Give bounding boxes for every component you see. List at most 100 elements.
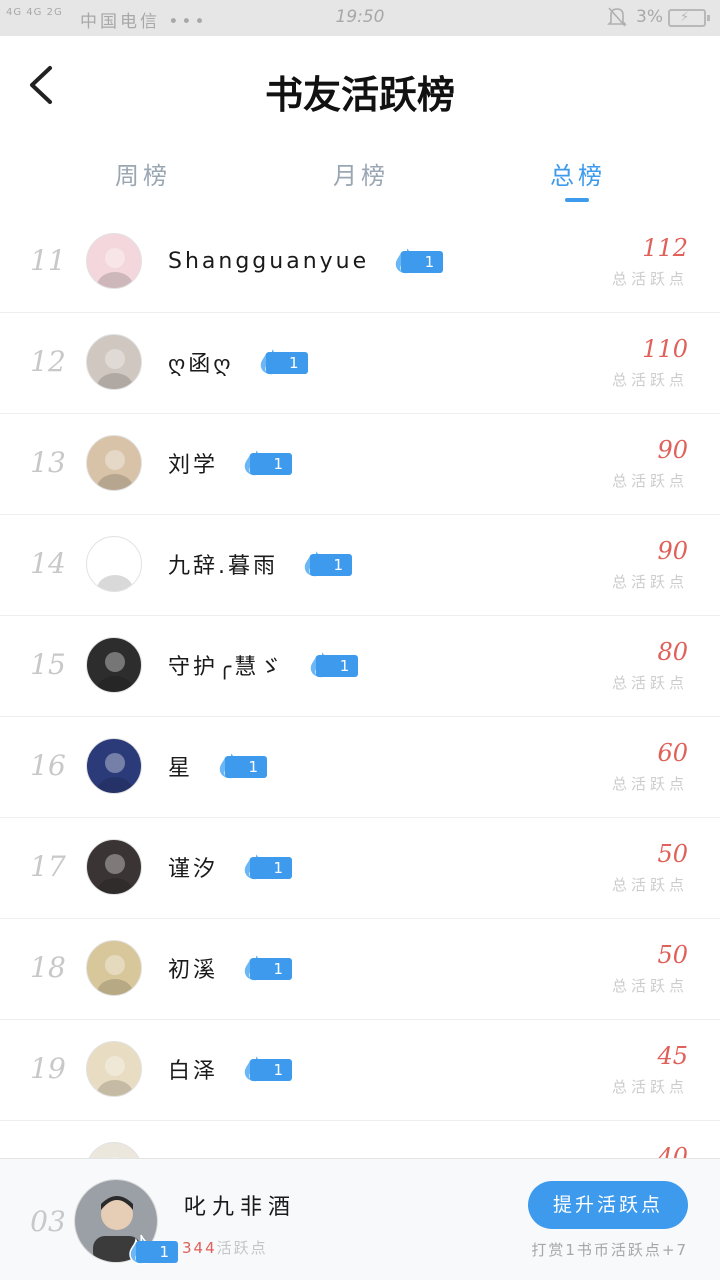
my-points-label: 活跃点 — [216, 1239, 268, 1257]
boost-hint: 打赏1书币活跃点+7 — [531, 1241, 688, 1259]
list-item[interactable]: 19 白泽 1 45 总活跃点 — [0, 1020, 720, 1121]
list-item[interactable]: 15 守护╭慧ゞ 1 80 总活跃点 — [0, 616, 720, 717]
user-name-group: 守护╭慧ゞ 1 — [168, 648, 359, 680]
user-name-group: 星1 — [168, 749, 268, 781]
my-points-value: 344 — [182, 1239, 217, 1257]
list-item[interactable]: 13 刘学 1 90 总活跃点 — [0, 414, 720, 515]
user-name: 白泽 — [168, 1059, 219, 1084]
total-score: 90 — [657, 436, 688, 464]
list-item[interactable]: 11 Shangguanyue 1 112 总活跃点 — [0, 212, 720, 313]
user-name-group: Shangguanyue 1 — [168, 244, 444, 276]
list-item[interactable]: 2040总活跃点 — [0, 1121, 720, 1158]
user-name: 刘学 — [168, 453, 219, 478]
total-score: 50 — [657, 840, 688, 868]
avatar[interactable] — [86, 435, 142, 491]
level-number: 1 — [310, 554, 352, 576]
total-score: 112 — [642, 234, 688, 262]
list-item[interactable]: 16 星 1 60 总活跃点 — [0, 717, 720, 818]
score-label: 总活跃点 — [611, 1078, 688, 1096]
score-label: 总活跃点 — [611, 270, 688, 288]
user-name: Shangguanyue — [168, 248, 370, 274]
ranking-tabs: 周榜 月榜 总榜 — [0, 136, 720, 212]
score-label: 总活跃点 — [611, 674, 688, 692]
status-bar: 4G 4G 2G 中国电信 ••• 19:50 3% ⚡ — [0, 0, 720, 36]
rank-number: 11 — [30, 244, 66, 277]
level-badge: 1 — [300, 547, 352, 578]
score-label: 总活跃点 — [611, 573, 688, 591]
rank-number: 18 — [30, 951, 66, 984]
tab-weekly[interactable]: 周榜 — [63, 156, 223, 191]
my-rank-bar: 03 1 叱九非酒 344活跃点 提升活跃点 打赏1书币活跃点+7 — [0, 1158, 720, 1280]
user-name-group: 谨汐 1 — [168, 850, 293, 882]
level-number: 1 — [265, 352, 308, 374]
list-item[interactable]: 14 九辞.暮雨 1 90 总活跃点 — [0, 515, 720, 616]
level-number: 1 — [250, 857, 293, 879]
level-number: 1 — [401, 251, 444, 273]
score-label: 总活跃点 — [611, 876, 688, 894]
score-label: 总活跃点 — [611, 472, 688, 490]
user-name: 星 — [168, 756, 194, 781]
total-score: 50 — [657, 941, 688, 969]
avatar[interactable] — [86, 334, 142, 390]
user-name: 守护╭慧ゞ — [168, 655, 285, 680]
total-score: 60 — [657, 739, 688, 767]
rank-number: 13 — [30, 446, 66, 479]
level-badge: 1 — [391, 244, 444, 275]
user-name-group: ღ函ღ 1 — [168, 345, 308, 377]
battery-icon: ⚡ — [668, 9, 710, 27]
score-label: 总活跃点 — [611, 977, 688, 995]
total-score: 80 — [657, 638, 688, 666]
leaderboard-list[interactable]: 11 Shangguanyue 1 112 总活跃点 12 ღ函ღ 1 110 总活跃点 13 刘学 1… — [0, 212, 720, 1158]
level-badge: 1 — [306, 648, 359, 679]
bell-muted-icon — [607, 7, 627, 27]
list-item[interactable]: 12 ღ函ღ 1 110 总活跃点 — [0, 313, 720, 414]
avatar[interactable] — [86, 738, 142, 794]
level-badge: 1 — [256, 345, 308, 376]
total-score: 90 — [657, 537, 688, 565]
rank-number: 15 — [30, 648, 66, 681]
my-username: 叱九非酒 — [184, 1195, 297, 1220]
level-number: 1 — [250, 453, 293, 475]
level-number: 1 — [250, 958, 293, 980]
rank-number: 16 — [30, 749, 66, 782]
level-badge: 1 — [240, 446, 293, 477]
avatar[interactable] — [86, 940, 142, 996]
avatar[interactable] — [86, 1142, 142, 1158]
list-item[interactable]: 18 初溪 1 50 总活跃点 — [0, 919, 720, 1020]
user-name-group: 白泽 1 — [168, 1052, 293, 1084]
my-points: 344活跃点 — [182, 1237, 268, 1258]
page-title: 书友活跃榜 — [264, 72, 455, 117]
active-tab-indicator — [565, 198, 589, 202]
header: 书友活跃榜 — [0, 36, 720, 136]
boost-activity-button[interactable]: 提升活跃点 — [528, 1181, 688, 1229]
avatar[interactable] — [86, 233, 142, 289]
rank-number: 14 — [30, 547, 66, 580]
level-number: 1 — [250, 1059, 293, 1081]
user-name-group: 刘学 1 — [168, 446, 293, 478]
user-name-group: 九辞.暮雨 1 — [168, 547, 352, 579]
user-name: ღ函ღ — [168, 352, 234, 377]
user-name-group: 初溪 1 — [168, 951, 293, 983]
rank-number: 19 — [30, 1052, 66, 1085]
battery-percent: 3% — [636, 7, 663, 27]
level-number: 1 — [225, 756, 268, 778]
my-rank-number: 03 — [30, 1205, 66, 1238]
total-score: 110 — [642, 335, 688, 363]
avatar[interactable] — [86, 1041, 142, 1097]
tab-total[interactable]: 总榜 — [498, 156, 658, 191]
user-name: 谨汐 — [168, 857, 219, 882]
score-label: 总活跃点 — [611, 775, 688, 793]
avatar[interactable] — [86, 839, 142, 895]
rank-number: 17 — [30, 850, 66, 883]
total-score: 40 — [657, 1143, 688, 1158]
tab-monthly[interactable]: 月榜 — [281, 156, 441, 191]
user-name: 初溪 — [168, 958, 219, 983]
avatar[interactable] — [86, 536, 142, 592]
avatar[interactable] — [86, 637, 142, 693]
level-badge: 1 — [240, 1052, 293, 1083]
score-label: 总活跃点 — [611, 371, 688, 389]
rank-number: 12 — [30, 345, 66, 378]
list-item[interactable]: 17 谨汐 1 50 总活跃点 — [0, 818, 720, 919]
user-name: 九辞.暮雨 — [168, 554, 278, 579]
level-badge: 1 — [215, 749, 268, 780]
